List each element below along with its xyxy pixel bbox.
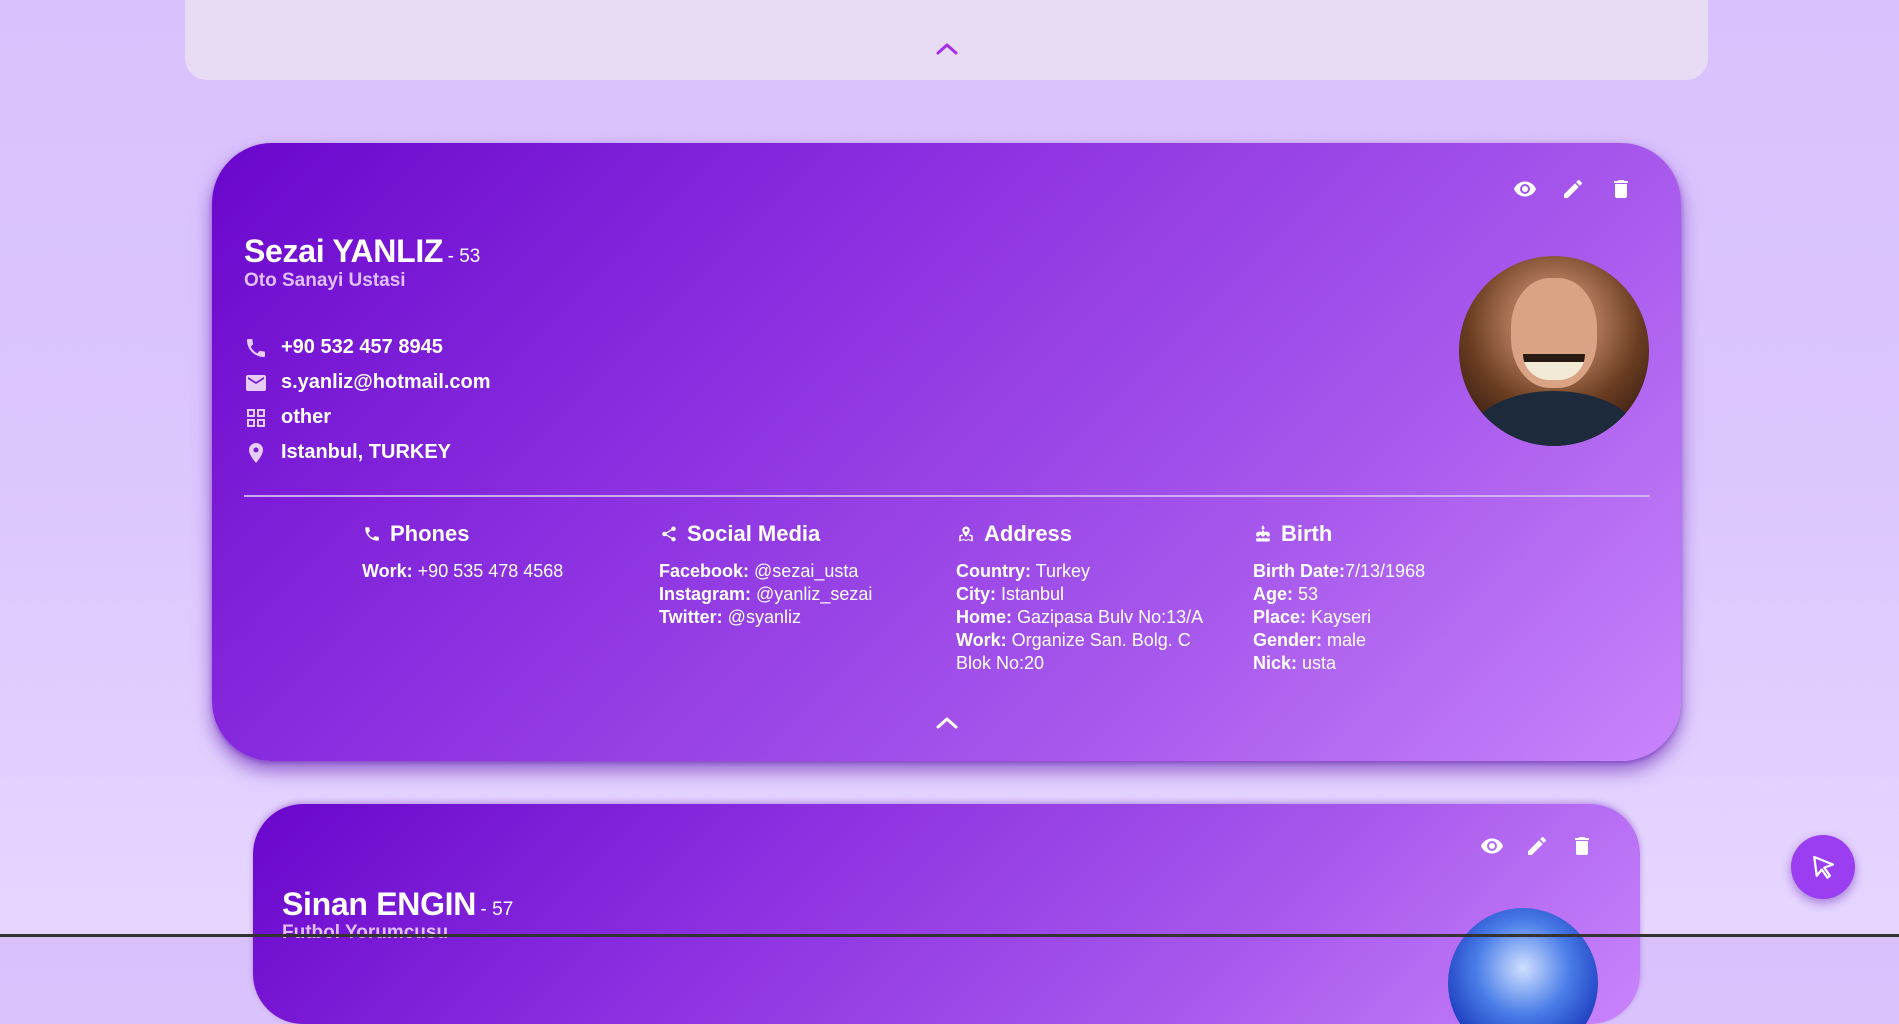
place-row: Place: Kayseri <box>1253 607 1372 627</box>
delete-button[interactable] <box>1609 177 1633 201</box>
trash-icon <box>1575 837 1589 855</box>
edit-button[interactable] <box>1525 834 1549 858</box>
card-actions <box>1513 177 1633 201</box>
cursor-arrow-icon <box>1813 855 1835 879</box>
phone-number[interactable]: +90 532 457 8945 <box>281 336 443 359</box>
contact-name-line: Sinan ENGIN - 57 <box>282 886 513 923</box>
share-icon <box>659 524 679 544</box>
contact-age: - 57 <box>480 899 514 920</box>
edit-button[interactable] <box>1561 177 1585 201</box>
location-pin-icon <box>244 441 268 465</box>
birth-date-row: Birth Date:7/13/1968 <box>1253 561 1426 581</box>
cake-icon <box>1253 524 1273 544</box>
contact-job-title: Futbol Yorumcusu <box>282 922 449 943</box>
phone-icon <box>362 524 382 544</box>
chevron-up-icon <box>936 717 957 729</box>
nick-row: Nick: usta <box>1253 653 1337 673</box>
social-media-heading: Social Media <box>687 521 821 546</box>
collapse-button[interactable] <box>933 38 961 58</box>
trash-icon <box>1614 180 1628 198</box>
country-row: Country: Turkey <box>956 561 1091 581</box>
phones-heading: Phones <box>390 521 470 546</box>
contact-phone: +90 532 457 8945 <box>244 330 491 365</box>
address-section: Address Country: Turkey City: Istanbul H… <box>956 518 1226 675</box>
contact-card: Sezai YANLIZ - 53 Oto Sanayi Ustasi +90 … <box>212 143 1681 761</box>
home-address-row: Home: Gazipasa Bulv No:13/A <box>956 607 1204 627</box>
contact-name: Sezai YANLIZ <box>244 233 444 269</box>
contact-category: other <box>244 400 491 435</box>
contact-age: - 53 <box>447 246 481 267</box>
work-address-row: Work: Organize San. Bolg. C Blok No:20 <box>956 630 1191 673</box>
twitter-row: Twitter: @syanliz <box>659 607 801 627</box>
work-phone-row: Work: +90 535 478 4568 <box>362 561 564 581</box>
birth-heading: Birth <box>1281 521 1333 546</box>
contact-name: Sinan ENGIN <box>282 886 477 922</box>
age-row: Age: 53 <box>1253 584 1319 604</box>
contact-info-list: +90 532 457 8945 s.yanliz@hotmail.com ot… <box>244 330 491 470</box>
pencil-icon <box>1564 179 1583 198</box>
phone-icon <box>244 336 268 360</box>
grid-icon <box>244 406 268 430</box>
contact-name-line: Sezai YANLIZ - 53 <box>244 233 480 270</box>
birth-section: Birth Birth Date:7/13/1968 Age: 53 Place… <box>1253 518 1513 675</box>
location-value: Istanbul, TURKEY <box>281 441 452 463</box>
phones-section: Phones Work: +90 535 478 4568 <box>362 518 652 583</box>
view-button[interactable] <box>1480 834 1504 858</box>
card-actions <box>1480 834 1594 858</box>
address-heading: Address <box>984 521 1073 546</box>
instagram-row: Instagram: @yanliz_sezai <box>659 584 873 604</box>
view-button[interactable] <box>1513 177 1537 201</box>
contact-card: Sinan ENGIN - 57 Futbol Yorumcusu <box>253 804 1640 1024</box>
contact-job-title: Oto Sanayi Ustasi <box>244 270 406 291</box>
eye-icon <box>1514 181 1536 197</box>
mail-icon <box>244 371 268 395</box>
contact-location: Istanbul, TURKEY <box>244 435 491 470</box>
map-icon <box>956 524 976 544</box>
delete-button[interactable] <box>1570 834 1594 858</box>
divider <box>244 495 1650 497</box>
eye-icon <box>1481 838 1503 854</box>
category-value: other <box>281 406 331 428</box>
email-address[interactable]: s.yanliz@hotmail.com <box>281 371 491 394</box>
gender-row: Gender: male <box>1253 630 1367 650</box>
collapse-button[interactable] <box>932 711 962 733</box>
pencil-icon <box>1528 836 1547 855</box>
contact-email: s.yanliz@hotmail.com <box>244 365 491 400</box>
city-row: City: Istanbul <box>956 584 1065 604</box>
avatar <box>1448 908 1598 1024</box>
social-media-section: Social Media Facebook: @sezai_usta Insta… <box>659 518 949 629</box>
chevron-up-icon <box>936 43 957 55</box>
select-mode-button[interactable] <box>1791 835 1855 899</box>
collapsed-panel <box>185 0 1708 80</box>
avatar <box>1459 256 1649 446</box>
facebook-row: Facebook: @sezai_usta <box>659 561 859 581</box>
